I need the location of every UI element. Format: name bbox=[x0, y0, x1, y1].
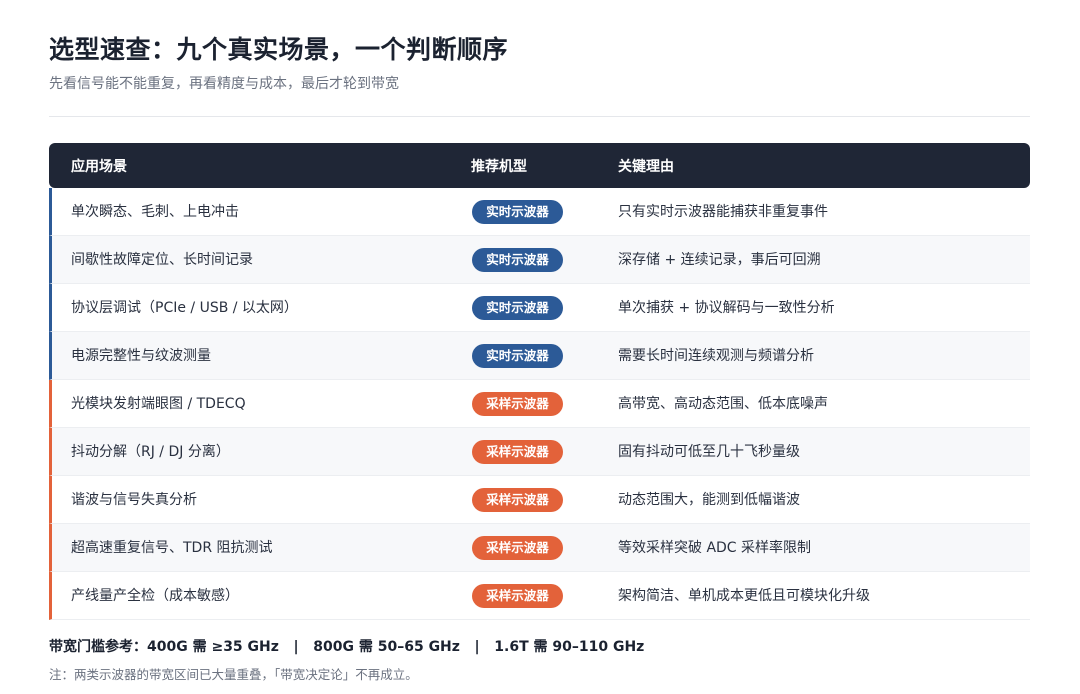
table-row: 电源完整性与纹波测量 实时示波器 需要长时间连续观测与频谱分析 bbox=[49, 332, 1030, 380]
row-scene: 超高速重复信号、TDR 阻抗测试 bbox=[71, 540, 273, 556]
row-scene: 单次瞬态、毛刺、上电冲击 bbox=[71, 204, 239, 220]
row-reason: 高带宽、高动态范围、低本底噪声 bbox=[618, 396, 828, 412]
table-row: 协议层调试（PCIe / USB / 以太网） 实时示波器 单次捕获 + 协议解… bbox=[49, 284, 1030, 332]
row-scene: 协议层调试（PCIe / USB / 以太网） bbox=[71, 300, 298, 316]
page: 选型速查：九个真实场景，一个判断顺序 先看信号能不能重复，再看精度与成本，最后才… bbox=[0, 0, 1080, 694]
model-badge: 实时示波器 bbox=[472, 200, 563, 224]
bandwidth-reference: 带宽门槛参考：400G 需 ≥35 GHz | 800G 需 50–65 GHz… bbox=[49, 639, 645, 655]
model-badge: 实时示波器 bbox=[472, 296, 563, 320]
table-row: 抖动分解（RJ / DJ 分离） 采样示波器 固有抖动可低至几十飞秒量级 bbox=[49, 428, 1030, 476]
footnote: 注：两类示波器的带宽区间已大量重叠，「带宽决定论」不再成立。 bbox=[49, 667, 418, 682]
table-row: 谐波与信号失真分析 采样示波器 动态范围大，能测到低幅谐波 bbox=[49, 476, 1030, 524]
divider bbox=[49, 116, 1030, 117]
row-reason: 深存储 + 连续记录，事后可回溯 bbox=[618, 252, 821, 268]
row-reason: 固有抖动可低至几十飞秒量级 bbox=[618, 444, 800, 460]
column-header-scene: 应用场景 bbox=[71, 158, 127, 175]
selection-table: 应用场景 推荐机型 关键理由 单次瞬态、毛刺、上电冲击 实时示波器 只有实时示波… bbox=[49, 143, 1030, 620]
table-row: 单次瞬态、毛刺、上电冲击 实时示波器 只有实时示波器能捕获非重复事件 bbox=[49, 188, 1030, 236]
row-reason: 需要长时间连续观测与频谱分析 bbox=[618, 348, 814, 364]
row-reason: 架构简洁、单机成本更低且可模块化升级 bbox=[618, 588, 870, 604]
row-reason: 动态范围大，能测到低幅谐波 bbox=[618, 492, 800, 508]
model-badge: 采样示波器 bbox=[472, 584, 563, 608]
page-title: 选型速查：九个真实场景，一个判断顺序 bbox=[49, 35, 509, 64]
column-header-reason: 关键理由 bbox=[618, 158, 674, 175]
row-scene: 电源完整性与纹波测量 bbox=[71, 348, 211, 364]
table-row: 间歇性故障定位、长时间记录 实时示波器 深存储 + 连续记录，事后可回溯 bbox=[49, 236, 1030, 284]
model-badge: 采样示波器 bbox=[472, 392, 563, 416]
model-badge: 采样示波器 bbox=[472, 488, 563, 512]
model-badge: 实时示波器 bbox=[472, 344, 563, 368]
row-reason: 等效采样突破 ADC 采样率限制 bbox=[618, 540, 812, 556]
model-badge: 实时示波器 bbox=[472, 248, 563, 272]
row-reason: 单次捕获 + 协议解码与一致性分析 bbox=[618, 300, 835, 316]
page-subtitle: 先看信号能不能重复，再看精度与成本，最后才轮到带宽 bbox=[49, 76, 399, 92]
row-scene: 抖动分解（RJ / DJ 分离） bbox=[71, 444, 230, 460]
model-badge: 采样示波器 bbox=[472, 536, 563, 560]
table-row: 光模块发射端眼图 / TDECQ 采样示波器 高带宽、高动态范围、低本底噪声 bbox=[49, 380, 1030, 428]
row-scene: 光模块发射端眼图 / TDECQ bbox=[71, 396, 246, 412]
row-reason: 只有实时示波器能捕获非重复事件 bbox=[618, 204, 828, 220]
model-badge: 采样示波器 bbox=[472, 440, 563, 464]
row-scene: 谐波与信号失真分析 bbox=[71, 492, 197, 508]
column-header-model: 推荐机型 bbox=[471, 158, 527, 175]
row-scene: 间歇性故障定位、长时间记录 bbox=[71, 252, 253, 268]
table-header: 应用场景 推荐机型 关键理由 bbox=[49, 143, 1030, 188]
table-row: 产线量产全检（成本敏感） 采样示波器 架构简洁、单机成本更低且可模块化升级 bbox=[49, 572, 1030, 620]
row-scene: 产线量产全检（成本敏感） bbox=[71, 588, 239, 604]
table-row: 超高速重复信号、TDR 阻抗测试 采样示波器 等效采样突破 ADC 采样率限制 bbox=[49, 524, 1030, 572]
